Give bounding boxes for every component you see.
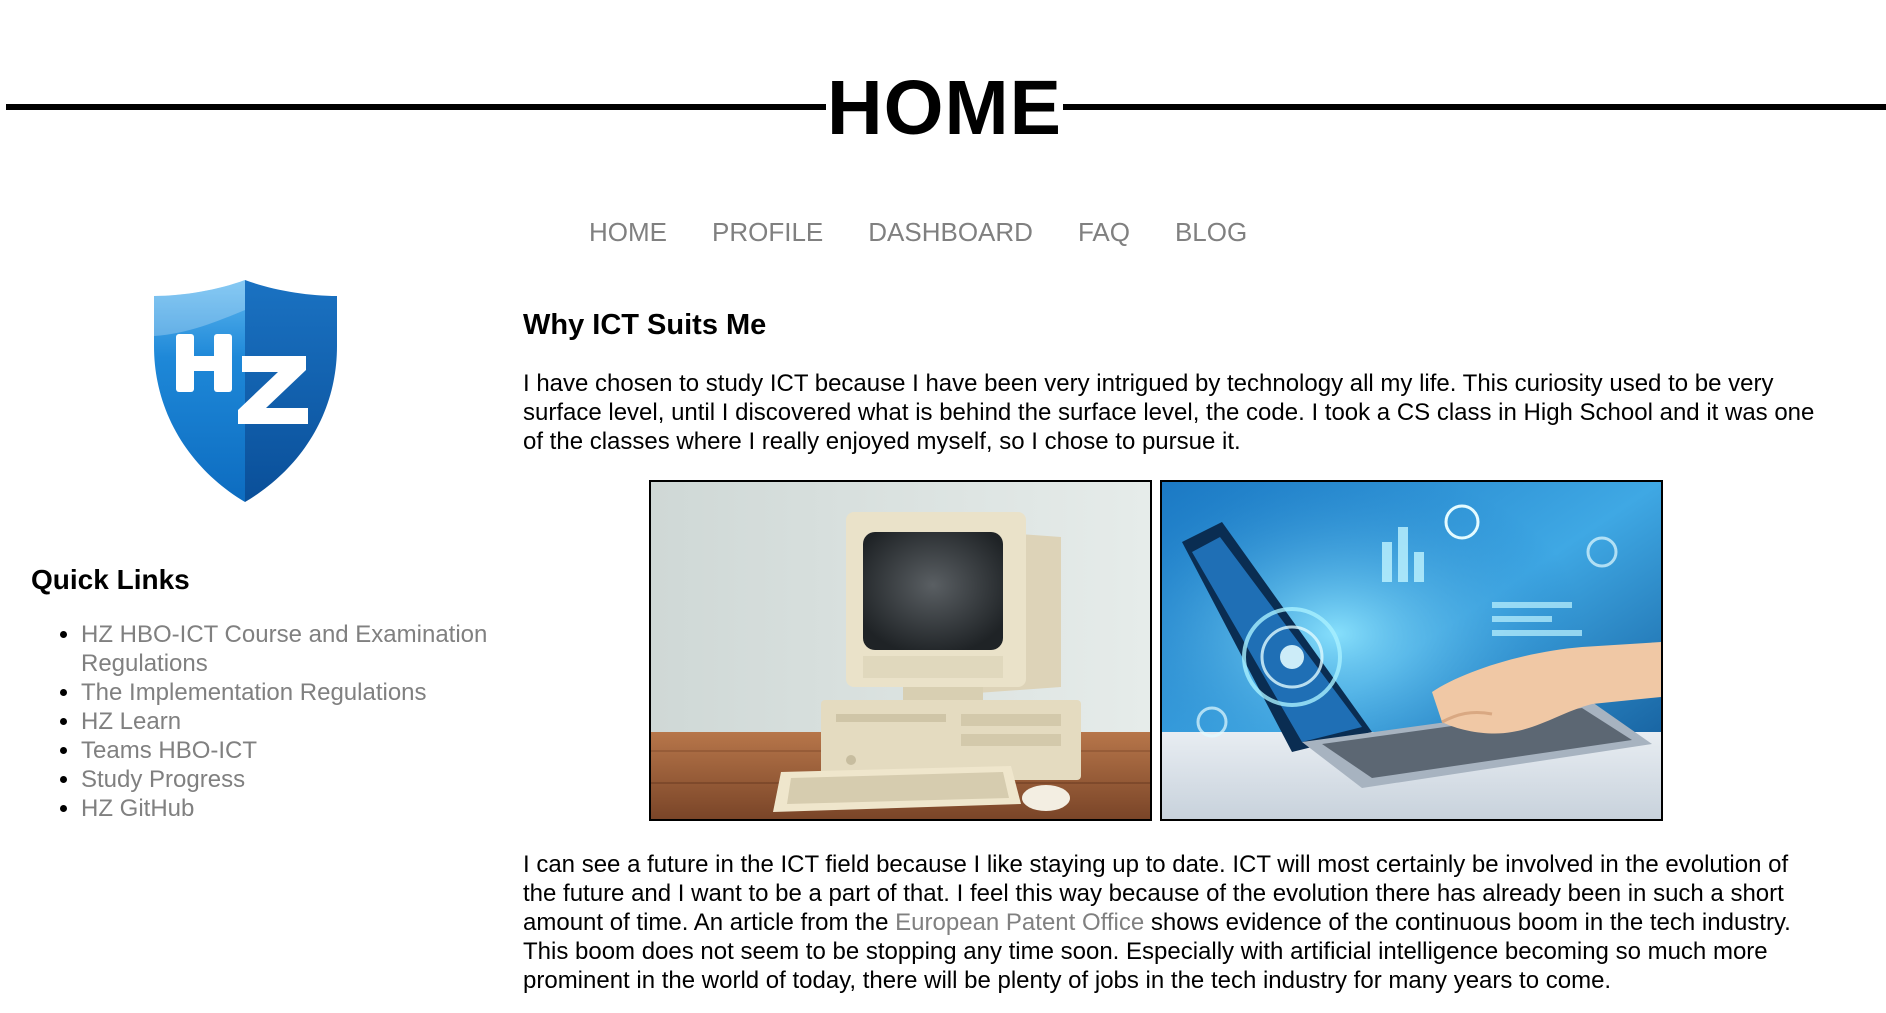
quick-link-implementation-regulations[interactable]: The Implementation Regulations [81, 679, 427, 706]
list-item: The Implementation Regulations [81, 678, 491, 707]
nav-item-faq[interactable]: FAQ [1078, 214, 1130, 250]
page-title: HOME [827, 65, 1062, 151]
list-item: HZ Learn [81, 707, 491, 736]
nav-item-dashboard[interactable]: DASHBOARD [868, 214, 1033, 250]
old-computer-image [649, 480, 1152, 821]
list-item: HZ GitHub [81, 794, 491, 823]
quick-links-list: HZ HBO-ICT Course and Examination Regula… [31, 620, 491, 823]
hz-logo [148, 276, 343, 506]
hz-shield-icon [154, 280, 337, 502]
page-header: HOME [0, 62, 1886, 154]
list-item: HZ HBO-ICT Course and Examination Regula… [81, 620, 491, 678]
outro-paragraph: I can see a future in the ICT field beca… [523, 850, 1828, 995]
european-patent-office-link[interactable]: European Patent Office [895, 909, 1144, 936]
nav-item-profile[interactable]: PROFILE [712, 214, 823, 250]
nav-item-home[interactable]: HOME [589, 214, 667, 250]
quick-link-study-progress[interactable]: Study Progress [81, 766, 245, 793]
section-heading: Why ICT Suits Me [523, 309, 767, 341]
laptop-icon [1162, 482, 1661, 819]
quick-link-hz-learn[interactable]: HZ Learn [81, 708, 181, 735]
header-rule-left [6, 104, 826, 110]
quick-link-course-regulations[interactable]: HZ HBO-ICT Course and Examination Regula… [81, 621, 487, 677]
quick-links: Quick Links HZ HBO-ICT Course and Examin… [31, 560, 491, 823]
desktop-computer-icon [651, 482, 1150, 819]
intro-paragraph: I have chosen to study ICT because I hav… [523, 370, 1815, 455]
quick-link-teams-hbo-ict[interactable]: Teams HBO-ICT [81, 737, 257, 764]
list-item: Teams HBO-ICT [81, 736, 491, 765]
image-gallery [649, 480, 1665, 821]
list-item: Study Progress [81, 765, 491, 794]
header-rule-right [1063, 104, 1886, 110]
main-nav: HOME PROFILE DASHBOARD FAQ BLOG [589, 214, 1292, 250]
quick-link-hz-github[interactable]: HZ GitHub [81, 795, 194, 822]
laptop-tech-image [1160, 480, 1663, 821]
main-content: Why ICT Suits Me I have chosen to study … [523, 305, 1828, 994]
nav-item-blog[interactable]: BLOG [1175, 214, 1247, 250]
quick-links-title: Quick Links [31, 564, 190, 595]
